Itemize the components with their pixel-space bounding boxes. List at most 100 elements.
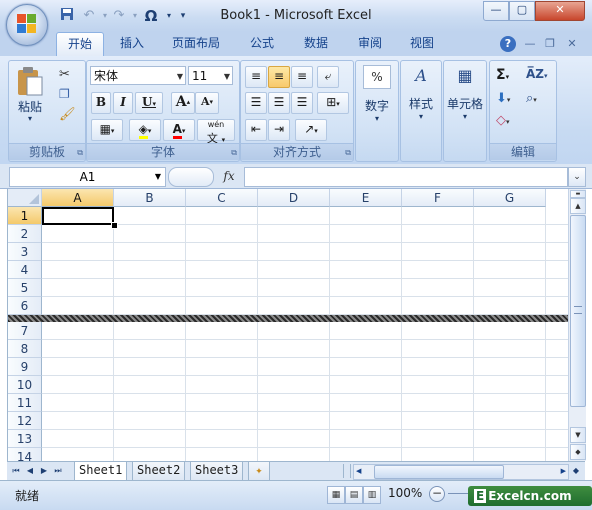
- active-cell[interactable]: [42, 207, 114, 225]
- font-name-select[interactable]: 宋体 ▼: [90, 66, 186, 85]
- tab-page-layout[interactable]: 页面布局: [164, 32, 228, 55]
- tab-home[interactable]: 开始: [56, 32, 104, 56]
- align-right-button[interactable]: ☰: [291, 92, 313, 114]
- tab-formulas[interactable]: 公式: [240, 32, 284, 55]
- help-icon[interactable]: ?: [500, 36, 516, 52]
- align-bottom-button[interactable]: ≡: [291, 66, 313, 88]
- fill-handle[interactable]: [111, 222, 118, 229]
- doc-restore-icon[interactable]: ❐: [542, 36, 558, 52]
- page-break-view-icon[interactable]: ▥: [363, 486, 381, 504]
- formula-splitter[interactable]: [168, 167, 214, 187]
- wrap-text-button[interactable]: ⤶: [317, 66, 339, 88]
- paste-button[interactable]: 粘贴 ▾: [13, 65, 47, 133]
- column-header[interactable]: D: [258, 189, 330, 207]
- align-top-button[interactable]: ≡: [245, 66, 267, 88]
- italic-button[interactable]: I: [113, 92, 133, 114]
- row-header[interactable]: 11: [8, 394, 42, 412]
- zoom-out-icon[interactable]: −: [429, 486, 445, 502]
- split-box-icon[interactable]: ▬: [570, 190, 586, 198]
- scroll-up-icon[interactable]: ▲: [570, 198, 586, 214]
- bold-button[interactable]: B: [91, 92, 111, 114]
- cut-icon[interactable]: ✂: [59, 67, 70, 82]
- row-header[interactable]: 7: [8, 322, 42, 340]
- row-header[interactable]: 12: [8, 412, 42, 430]
- find-select-button[interactable]: ⌕▾: [526, 91, 537, 106]
- clear-button[interactable]: ◇▾: [496, 113, 510, 128]
- row-header[interactable]: 5: [8, 279, 42, 297]
- phonetic-button[interactable]: wén 文 ▾: [197, 119, 235, 144]
- alignment-launcher-icon[interactable]: ⧉: [345, 148, 351, 158]
- tab-insert[interactable]: 插入: [110, 32, 154, 55]
- copy-icon[interactable]: ❐: [59, 87, 70, 101]
- font-launcher-icon[interactable]: ⧉: [231, 148, 237, 158]
- maximize-button[interactable]: ▢: [509, 1, 535, 21]
- column-header[interactable]: F: [402, 189, 474, 207]
- horizontal-scroll-thumb[interactable]: [374, 465, 504, 479]
- shrink-font-button[interactable]: A▾: [195, 92, 219, 114]
- row-header[interactable]: 2: [8, 225, 42, 243]
- number-format-button[interactable]: % 数字 ▾: [358, 65, 396, 123]
- select-all-button[interactable]: [8, 189, 42, 207]
- merge-center-button[interactable]: ⊞▾: [317, 92, 349, 114]
- tab-view[interactable]: 视图: [400, 32, 444, 55]
- zoom-level[interactable]: 100%: [388, 486, 422, 500]
- tab-data[interactable]: 数据: [294, 32, 338, 55]
- row-header[interactable]: 13: [8, 430, 42, 448]
- minimize-button[interactable]: —: [483, 1, 509, 21]
- align-middle-button[interactable]: ≡: [268, 66, 290, 88]
- fill-color-button[interactable]: ◈▾: [129, 119, 161, 141]
- row-header[interactable]: 1: [8, 207, 42, 225]
- scroll-left-icon[interactable]: ◀: [356, 465, 361, 477]
- column-header[interactable]: A: [42, 189, 114, 207]
- last-sheet-icon[interactable]: ⏭: [52, 464, 64, 478]
- worksheet-grid[interactable]: ABCDEFG 1 2 3 4 5 6 7 8 9 10 11 12 13 14: [7, 189, 569, 461]
- row-header[interactable]: 10: [8, 376, 42, 394]
- row-header[interactable]: 3: [8, 243, 42, 261]
- align-left-button[interactable]: ☰: [245, 92, 267, 114]
- prev-sheet-icon[interactable]: ◀: [24, 464, 36, 478]
- freeze-split-bar[interactable]: [8, 315, 569, 322]
- row-header[interactable]: 9: [8, 358, 42, 376]
- column-header[interactable]: G: [474, 189, 546, 207]
- doc-close-icon[interactable]: ✕: [564, 36, 580, 52]
- vertical-scrollbar[interactable]: ▬ ▲ ▼ ◆: [568, 189, 586, 461]
- fill-button[interactable]: ⬇▾: [496, 91, 510, 106]
- insert-function-button[interactable]: fx: [218, 167, 240, 185]
- font-size-select[interactable]: 11 ▼: [188, 66, 233, 85]
- page-layout-view-icon[interactable]: ▤: [345, 486, 363, 504]
- row-header[interactable]: 14: [8, 448, 42, 461]
- column-header[interactable]: E: [330, 189, 402, 207]
- close-button[interactable]: ✕: [535, 1, 585, 21]
- horizontal-scrollbar[interactable]: ◀ ▶: [353, 464, 569, 480]
- autosum-button[interactable]: Σ▾: [496, 67, 509, 83]
- styles-button[interactable]: A 样式 ▾: [402, 65, 440, 121]
- vertical-scroll-thumb[interactable]: [570, 215, 586, 407]
- tab-split-handle[interactable]: [343, 464, 351, 478]
- decrease-indent-button[interactable]: ⇤: [245, 119, 267, 141]
- select-browse-icon[interactable]: ◆: [570, 444, 586, 460]
- sort-filter-button[interactable]: A̅Z▾: [526, 67, 548, 81]
- sheet-tab-2[interactable]: Sheet2: [132, 462, 186, 481]
- clipboard-launcher-icon[interactable]: ⧉: [77, 148, 83, 158]
- expand-formula-bar-icon[interactable]: ⌄: [568, 167, 586, 187]
- doc-minimize-icon[interactable]: —: [522, 36, 538, 52]
- font-color-button[interactable]: A▾: [163, 119, 195, 141]
- insert-sheet-button[interactable]: ✦: [248, 462, 270, 481]
- zoom-slider[interactable]: [448, 493, 468, 494]
- hsplit-box-icon[interactable]: ◆: [570, 464, 582, 478]
- borders-button[interactable]: ▦▾: [91, 119, 123, 141]
- scroll-down-icon[interactable]: ▼: [570, 427, 586, 443]
- align-center-button[interactable]: ☰: [268, 92, 290, 114]
- format-painter-icon[interactable]: 🖌: [59, 107, 76, 122]
- cells-button[interactable]: ▦ 单元格 ▾: [445, 65, 485, 121]
- column-header[interactable]: B: [114, 189, 186, 207]
- row-header[interactable]: 8: [8, 340, 42, 358]
- sheet-tab-1[interactable]: Sheet1: [74, 462, 128, 481]
- scroll-right-icon[interactable]: ▶: [561, 465, 566, 477]
- grow-font-button[interactable]: A▴: [171, 92, 195, 114]
- tab-review[interactable]: 审阅: [348, 32, 392, 55]
- office-button[interactable]: [6, 4, 48, 46]
- underline-button[interactable]: U▾: [135, 92, 163, 114]
- row-header[interactable]: 6: [8, 297, 42, 315]
- row-header[interactable]: 4: [8, 261, 42, 279]
